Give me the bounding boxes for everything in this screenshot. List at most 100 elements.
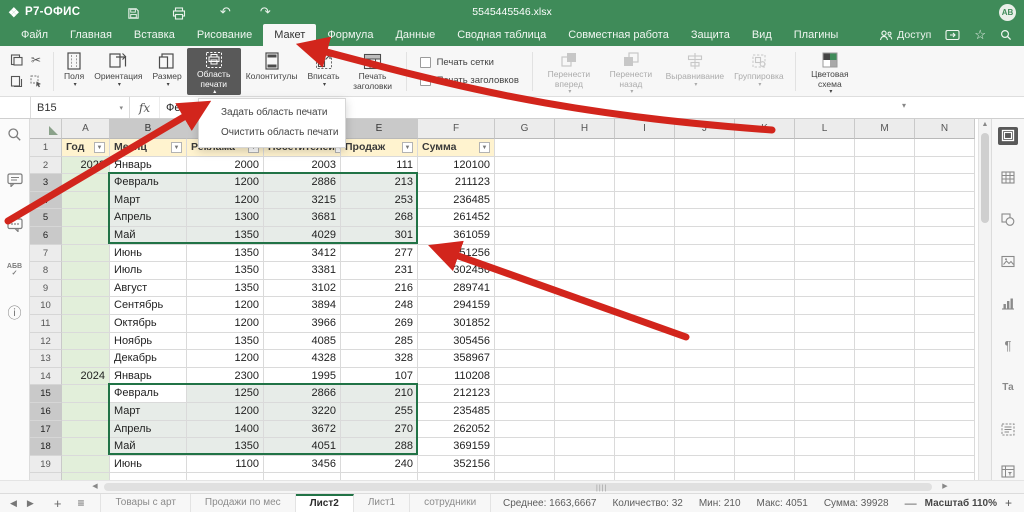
cell[interactable] [615,192,675,210]
cell[interactable] [795,227,855,245]
access-button[interactable]: Доступ [879,29,931,41]
cell[interactable]: 261452 [418,209,495,227]
cell[interactable]: 1200 [187,315,264,333]
cell[interactable] [495,297,555,315]
sheet-tab[interactable]: Товары с арт [100,494,190,512]
cell[interactable] [495,315,555,333]
column-header[interactable]: B [110,119,187,139]
cell[interactable]: 302456 [418,262,495,280]
cell[interactable]: 2866 [264,385,341,403]
cell[interactable]: 1300 [187,209,264,227]
cell[interactable] [735,262,795,280]
cell[interactable] [735,209,795,227]
fx-button[interactable]: fx [130,97,160,118]
cell[interactable] [795,403,855,421]
cell[interactable] [675,192,735,210]
cell[interactable] [555,421,615,439]
formula-bar-expand-icon[interactable]: ▾ [902,101,906,110]
cell[interactable] [855,297,915,315]
chart-settings-icon[interactable] [998,295,1018,313]
cell[interactable] [915,315,975,333]
menu-tab[interactable]: Макет [263,24,316,46]
cell[interactable] [915,174,975,192]
spreadsheet-grid[interactable]: ABCDEFGHIJKLMN 1Год▼Месяц▼Реклама▼Посети… [30,119,978,480]
scroll-left-icon[interactable]: ◀ [88,481,102,493]
cell[interactable] [735,350,795,368]
cell[interactable] [675,297,735,315]
cell[interactable] [675,157,735,175]
cell[interactable] [555,473,615,480]
cell[interactable] [615,350,675,368]
cell[interactable] [915,192,975,210]
cell[interactable]: 212123 [418,385,495,403]
filter-button[interactable]: ▼ [479,142,490,153]
column-header[interactable]: F [418,119,495,139]
cell[interactable] [795,421,855,439]
print-headings-checkbox[interactable]: Печать заголовков [420,75,519,86]
row-header[interactable]: 14 [30,368,62,386]
cell[interactable] [795,174,855,192]
cell[interactable]: 2000 [187,157,264,175]
cell[interactable]: 2886 [264,174,341,192]
cell[interactable] [62,421,110,439]
menu-tab[interactable]: Файл [10,24,59,46]
cell[interactable]: 3102 [264,280,341,298]
cell[interactable] [615,174,675,192]
cell[interactable] [555,315,615,333]
cell[interactable]: 1200 [187,403,264,421]
vertical-scrollbar[interactable]: ▲ [978,119,991,480]
cell[interactable] [187,473,264,480]
cell[interactable] [495,157,555,175]
menu-item-set-print-area[interactable]: Задать область печати [199,103,345,123]
cell[interactable]: Март [110,403,187,421]
cell[interactable] [855,209,915,227]
headers-footers-button[interactable]: Колонтитулы [241,48,303,95]
cell[interactable]: 3381 [264,262,341,280]
save-icon[interactable] [120,4,146,19]
column-header[interactable]: M [855,119,915,139]
row-header[interactable]: 13 [30,350,62,368]
cell[interactable]: 2003 [264,157,341,175]
cell[interactable] [62,438,110,456]
cell[interactable]: 213 [341,174,418,192]
cell[interactable] [615,245,675,263]
cell[interactable]: 301852 [418,315,495,333]
cell[interactable]: Январь [110,368,187,386]
cell[interactable] [675,403,735,421]
cell[interactable]: 1350 [187,333,264,351]
cell[interactable]: Июль [110,262,187,280]
column-header[interactable]: I [615,119,675,139]
cell[interactable]: Февраль [110,174,187,192]
cell[interactable] [495,227,555,245]
cell[interactable]: 352156 [418,456,495,474]
cell[interactable] [110,473,187,480]
cell[interactable]: Июнь [110,245,187,263]
cell[interactable]: 328 [341,350,418,368]
cell[interactable] [555,157,615,175]
cell[interactable]: 1350 [187,245,264,263]
cell[interactable]: 3412 [264,245,341,263]
cell[interactable]: Продаж▼ [341,139,418,157]
print-area-button[interactable]: Область печати▴ [187,48,241,95]
cell[interactable] [795,473,855,480]
cell[interactable] [341,473,418,480]
column-header[interactable]: E [341,119,418,139]
cell[interactable]: 269 [341,315,418,333]
cell[interactable] [495,192,555,210]
cell[interactable] [915,280,975,298]
cell[interactable] [495,280,555,298]
row-header[interactable]: 17 [30,421,62,439]
cell[interactable] [615,227,675,245]
cell[interactable] [915,333,975,351]
cell[interactable]: 4051 [264,438,341,456]
cell[interactable]: 110208 [418,368,495,386]
cell[interactable]: 1250 [187,385,264,403]
cell[interactable] [675,139,735,157]
cell[interactable] [795,350,855,368]
cell[interactable] [495,403,555,421]
menu-tab[interactable]: Совместная работа [557,24,680,46]
cell[interactable]: 111 [341,157,418,175]
cell[interactable]: 3894 [264,297,341,315]
cell[interactable] [615,333,675,351]
cell[interactable]: Сумма▼ [418,139,495,157]
